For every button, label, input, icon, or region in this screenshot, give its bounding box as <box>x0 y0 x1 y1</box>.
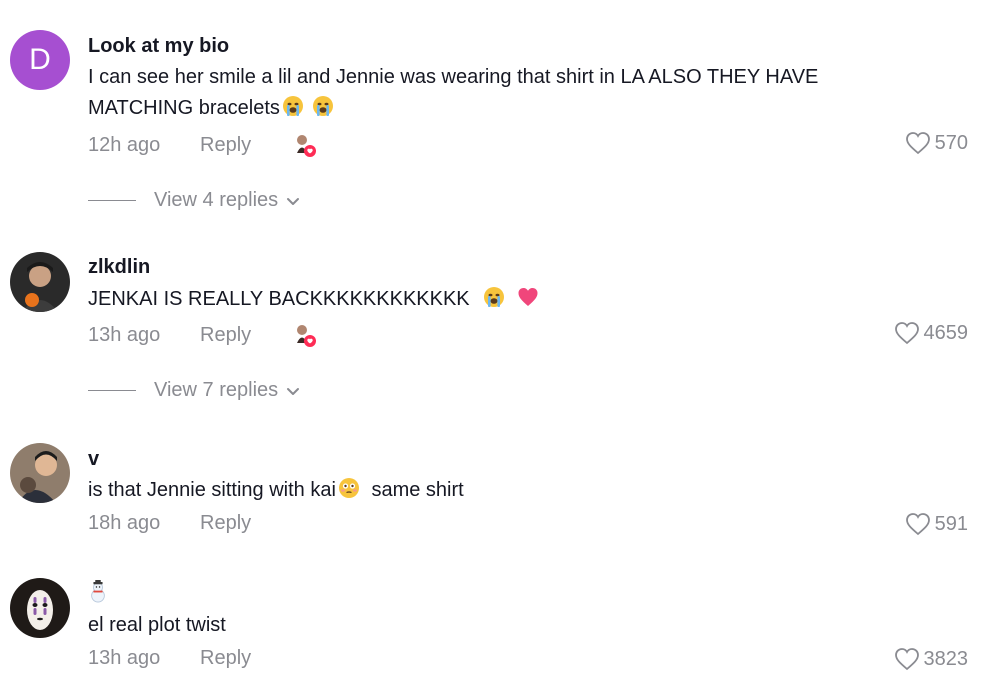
divider <box>88 390 136 391</box>
chevron-down-icon <box>287 197 300 205</box>
heart-outline-icon <box>905 132 930 155</box>
like-count: 591 <box>934 512 968 535</box>
chevron-down-icon <box>287 387 300 395</box>
like-button[interactable]: 591 <box>905 512 968 536</box>
like-count: 570 <box>934 131 968 154</box>
loudly-crying-face-emoji <box>484 287 505 307</box>
heart-outline-icon <box>894 322 919 345</box>
view-replies-button[interactable]: View 7 replies <box>88 379 300 402</box>
comment-username[interactable] <box>88 578 108 610</box>
snowman-emoji <box>91 578 105 603</box>
reply-button[interactable]: Reply <box>200 324 290 347</box>
avatar[interactable] <box>10 252 70 312</box>
comment-meta: 12h ago Reply <box>88 131 318 159</box>
like-count: 4659 <box>923 321 969 344</box>
reply-button[interactable]: Reply <box>200 512 290 535</box>
like-button[interactable]: 3823 <box>894 647 969 671</box>
creator-liked-badge-icon <box>290 131 318 159</box>
pink-heart-emoji <box>518 288 538 306</box>
comment-username[interactable]: v <box>88 448 99 471</box>
comment-text: el real plot twist <box>88 614 226 636</box>
comment-timestamp: 18h ago <box>88 512 161 534</box>
comment-timestamp: 13h ago <box>88 647 161 669</box>
comment-timestamp: 12h ago <box>88 133 161 156</box>
like-button[interactable]: 570 <box>905 131 968 155</box>
loudly-crying-face-emoji <box>282 96 303 116</box>
comment-timestamp: 13h ago <box>88 323 161 346</box>
reply-button[interactable]: Reply <box>200 134 290 157</box>
heart-outline-icon <box>905 513 930 536</box>
heart-outline-icon <box>894 648 919 671</box>
avatar[interactable] <box>10 443 70 503</box>
comment-text: I can see her smile a lil and Jennie was… <box>88 66 819 119</box>
like-count: 3823 <box>923 647 969 670</box>
creator-liked-badge-icon <box>290 321 318 349</box>
view-replies-button[interactable]: View 4 replies <box>88 189 300 212</box>
like-button[interactable]: 4659 <box>894 321 969 345</box>
comment-meta: 13h ago Reply <box>88 321 318 349</box>
comment-username[interactable]: zlkdlin <box>88 256 150 279</box>
comment-text: JENKAI IS REALLY BACKKKKKKKKKKKK <box>88 284 908 315</box>
flushed-face-emoji <box>338 478 359 498</box>
comment-meta: 18h ago Reply <box>88 512 290 535</box>
avatar[interactable]: D <box>10 30 70 90</box>
comment-username[interactable]: Look at my bio <box>88 35 229 58</box>
comment-text: is that Jennie sitting with kai same shi… <box>88 478 464 501</box>
reply-button[interactable]: Reply <box>200 647 290 670</box>
avatar[interactable] <box>10 578 70 638</box>
comment-meta: 13h ago Reply <box>88 647 290 670</box>
loudly-crying-face-emoji <box>312 96 333 116</box>
divider <box>88 200 136 201</box>
